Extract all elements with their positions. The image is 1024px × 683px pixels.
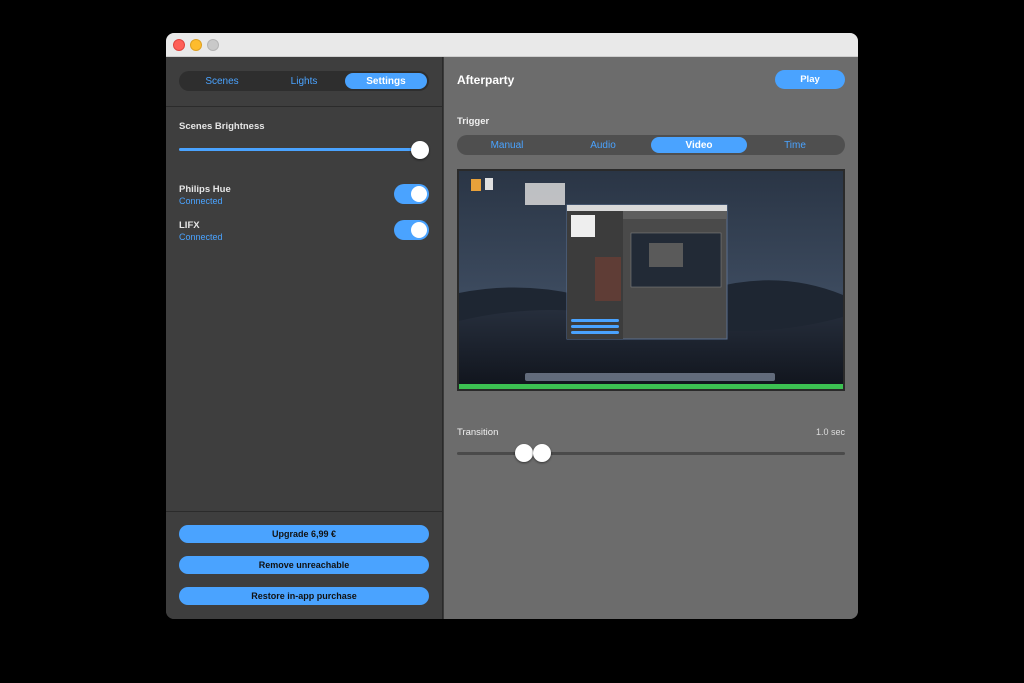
- remove-unreachable-button[interactable]: Remove unreachable: [179, 556, 429, 574]
- tab-lights[interactable]: Lights: [263, 73, 345, 89]
- brightness-slider-knob[interactable]: [411, 141, 429, 159]
- trigger-tab-manual[interactable]: Manual: [459, 137, 555, 153]
- philips-hue-label: Philips Hue: [179, 184, 231, 195]
- sidebar: Scenes Lights Settings Scenes Brightness…: [166, 57, 443, 619]
- brightness-slider-fill: [179, 148, 429, 151]
- zoom-window-button[interactable]: [207, 39, 219, 51]
- trigger-label: Trigger: [457, 116, 490, 127]
- divider: [166, 511, 443, 512]
- transition-label: Transition: [457, 427, 499, 438]
- philips-hue-toggle[interactable]: [394, 184, 429, 204]
- upgrade-button[interactable]: Upgrade 6,99 €: [179, 525, 429, 543]
- brightness-label: Scenes Brightness: [179, 121, 265, 132]
- trigger-tab-video[interactable]: Video: [651, 137, 747, 153]
- close-window-button[interactable]: [173, 39, 185, 51]
- scene-detail-panel: Afterparty Play Trigger Manual Audio Vid…: [444, 57, 858, 619]
- trigger-tab-time[interactable]: Time: [747, 137, 843, 153]
- tab-scenes[interactable]: Scenes: [181, 73, 263, 89]
- lifx-label: LIFX: [179, 220, 200, 231]
- brightness-slider[interactable]: [179, 141, 429, 159]
- app-window: Scenes Lights Settings Scenes Brightness…: [166, 33, 858, 619]
- video-preview: [457, 169, 845, 391]
- transition-value: 1.0 sec: [815, 427, 845, 437]
- toggle-knob: [411, 186, 427, 202]
- transition-range-slider[interactable]: [457, 444, 845, 462]
- trigger-tab-control: Manual Audio Video Time: [457, 135, 845, 155]
- transition-end-knob[interactable]: [533, 444, 551, 462]
- title-bar: [166, 33, 858, 57]
- lifx-status: Connected: [179, 232, 223, 242]
- lifx-toggle[interactable]: [394, 220, 429, 240]
- play-button[interactable]: Play: [775, 70, 845, 89]
- divider: [166, 106, 443, 107]
- restore-purchase-button[interactable]: Restore in-app purchase: [179, 587, 429, 605]
- tab-settings[interactable]: Settings: [345, 73, 427, 89]
- sidebar-tab-control: Scenes Lights Settings: [179, 71, 429, 91]
- transition-start-knob[interactable]: [515, 444, 533, 462]
- toggle-knob: [411, 222, 427, 238]
- scene-title: Afterparty: [457, 73, 515, 87]
- philips-hue-status: Connected: [179, 196, 223, 206]
- trigger-tab-audio[interactable]: Audio: [555, 137, 651, 153]
- screen-capture-image: [459, 171, 843, 389]
- minimize-window-button[interactable]: [190, 39, 202, 51]
